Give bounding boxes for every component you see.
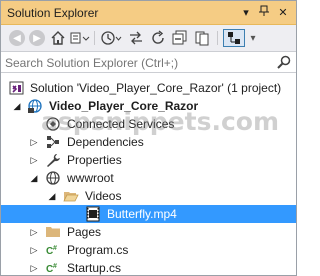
dropdown-icon[interactable]: ▾: [238, 5, 254, 21]
solution-explorer-panel: Solution Explorer ▾ ✕ ◀ ▶ ▾ Search Solut…: [0, 0, 297, 276]
forward-icon[interactable]: ▶: [29, 30, 45, 46]
collapsed-arrow-icon[interactable]: ▷: [29, 263, 39, 273]
close-icon[interactable]: ✕: [275, 5, 291, 21]
search-input[interactable]: [5, 54, 275, 71]
wrench-icon: [45, 152, 61, 168]
collapsed-arrow-icon[interactable]: ▷: [29, 227, 39, 237]
tree-item-videos[interactable]: ◢ Videos: [1, 187, 296, 205]
tree-item-solution[interactable]: Solution 'Video_Player_Core_Razor' (1 pr…: [1, 79, 296, 97]
tree-item-dependencies[interactable]: ▷ Dependencies: [1, 133, 296, 151]
tree-item-program-cs[interactable]: ▷ C # Program.cs: [1, 241, 296, 259]
tree-item-label: wwwroot: [67, 171, 114, 185]
web-project-icon: [27, 98, 43, 114]
search-bar: [1, 51, 296, 73]
search-icon[interactable]: [276, 54, 292, 70]
titlebar: Solution Explorer ▾ ✕: [1, 1, 296, 25]
csharp-file-icon: C #: [45, 260, 61, 276]
refresh-icon[interactable]: [149, 29, 167, 47]
expanded-arrow-icon[interactable]: ◢: [47, 191, 57, 201]
tree-item-label: Video_Player_Core_Razor: [49, 99, 199, 113]
globe-icon: [45, 170, 61, 186]
collapsed-arrow-icon[interactable]: ▷: [29, 155, 39, 165]
home-icon[interactable]: [49, 29, 67, 47]
collapse-all-icon[interactable]: [171, 29, 189, 47]
tree-item-label: Properties: [67, 153, 122, 167]
collapsed-arrow-icon[interactable]: ▷: [29, 245, 39, 255]
sync-icon[interactable]: [127, 29, 145, 47]
tree-item-label: Videos: [85, 189, 122, 203]
expanded-arrow-icon[interactable]: ◢: [29, 173, 39, 183]
toolbar: ◀ ▶ ▾: [1, 25, 296, 51]
connected-services-icon: [45, 116, 61, 132]
tree-item-label: Solution 'Video_Player_Core_Razor' (1 pr…: [30, 81, 282, 95]
dependencies-icon: [45, 134, 61, 150]
switch-views-icon[interactable]: [69, 29, 91, 47]
show-all-files-icon[interactable]: [193, 29, 211, 47]
properties-icon[interactable]: [223, 29, 245, 47]
tree-item-label: Dependencies: [67, 135, 144, 149]
solution-icon: [9, 80, 25, 96]
tree-item-startup-cs[interactable]: ▷ C # Startup.cs: [1, 259, 296, 276]
csharp-file-icon: C #: [45, 242, 61, 258]
back-icon[interactable]: ◀: [9, 30, 25, 46]
open-folder-icon: [63, 188, 79, 204]
chevron-down-icon[interactable]: ▾: [247, 29, 259, 47]
tree-item-butterfly-mp4[interactable]: Butterfly.mp4: [1, 205, 296, 223]
tree-item-properties[interactable]: ▷ Properties: [1, 151, 296, 169]
history-icon[interactable]: [99, 29, 123, 47]
toolbar-separator: [94, 31, 95, 45]
panel-title: Solution Explorer: [7, 6, 99, 20]
svg-text:#: #: [53, 245, 57, 252]
video-file-icon: [85, 206, 101, 222]
tree-item-label: Butterfly.mp4: [107, 207, 177, 221]
expanded-arrow-icon[interactable]: ◢: [12, 101, 22, 111]
tree-item-project[interactable]: ◢ Video_Player_Core_Razor: [1, 97, 296, 115]
pin-icon[interactable]: [256, 5, 272, 21]
tree-item-wwwroot[interactable]: ◢ wwwroot: [1, 169, 296, 187]
folder-icon: [45, 224, 61, 240]
tree-item-label: Pages: [67, 225, 102, 239]
collapsed-arrow-icon[interactable]: ▷: [29, 137, 39, 147]
tree-item-label: Connected Services: [67, 117, 175, 131]
tree-item-label: Program.cs: [67, 243, 129, 257]
toolbar-separator: [217, 31, 218, 45]
svg-text:#: #: [53, 263, 57, 270]
tree-item-label: Startup.cs: [67, 261, 122, 275]
tree-item-pages[interactable]: ▷ Pages: [1, 223, 296, 241]
tree-item-connected-services[interactable]: Connected Services: [1, 115, 296, 133]
